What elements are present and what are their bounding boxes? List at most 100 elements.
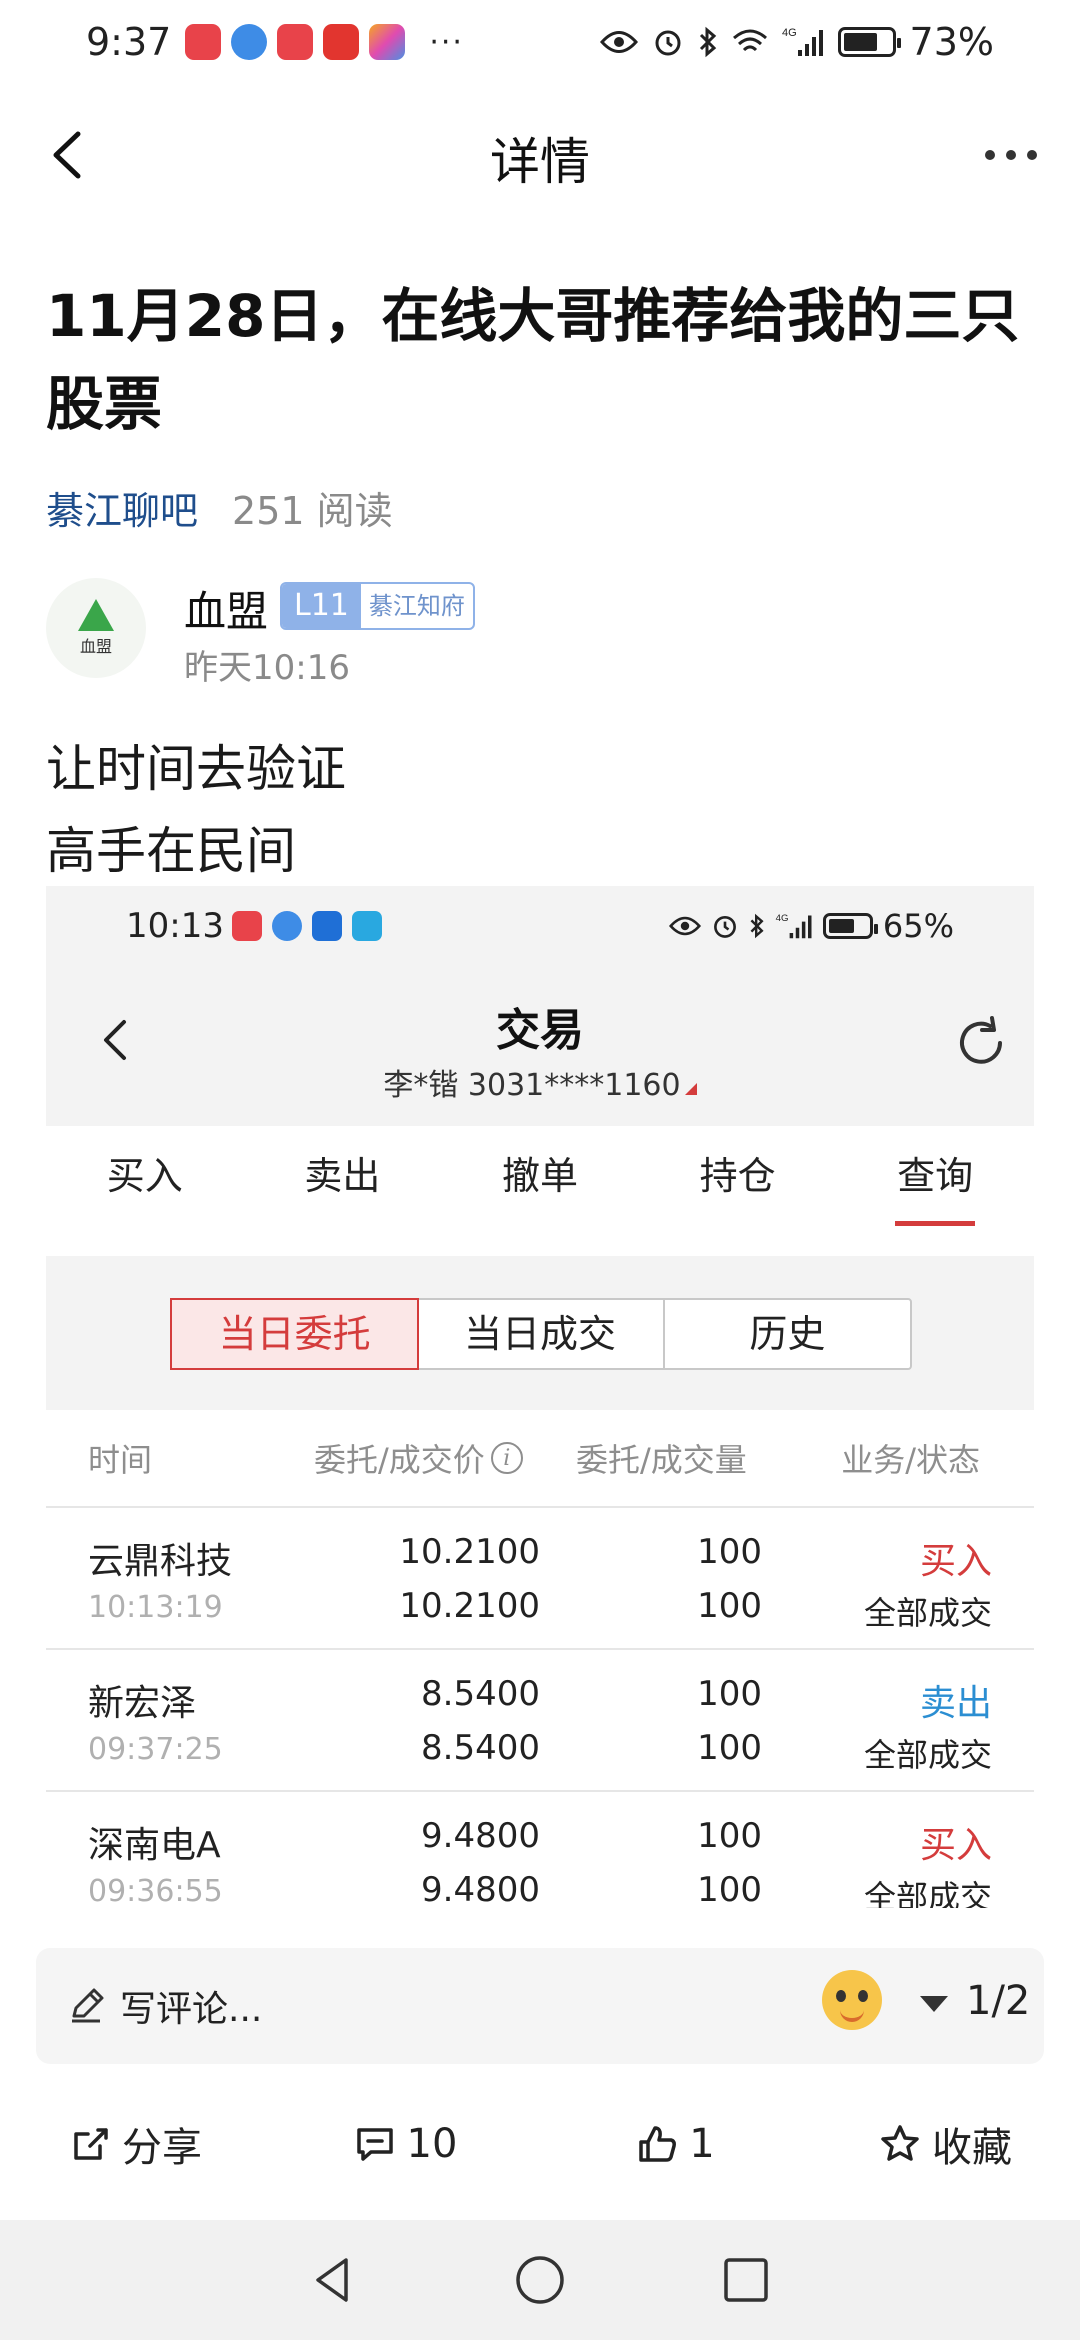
status-time: 9:37 [86,20,172,64]
browser-app-icon [231,24,268,60]
order-status: 全部成交 [863,1878,992,1908]
eye-icon [599,31,638,53]
action-bar: 分享 10 1 收藏 [0,2084,1080,2204]
system-nav-bar [0,2220,1080,2340]
huawei-app-icon [185,24,222,60]
tab-sell: 卖出 [304,1154,381,1198]
huawei-app-icon [231,911,262,941]
alarm-icon [655,30,681,56]
stock-name: 深南电A [88,1825,221,1866]
share-label: 分享 [122,2125,202,2171]
column-header: 业务/状态 [841,1441,980,1479]
eye-icon [668,916,701,936]
like-button[interactable]: 1 [540,2084,810,2204]
deal-qty: 100 [697,1586,762,1626]
order-time: 09:36:55 [88,1874,223,1908]
embedded-status-bar: 10:13 4G 65% [46,886,1034,966]
order-qty: 100 [697,1674,762,1714]
chevron-down-icon[interactable] [920,1996,948,2012]
stock-name: 云鼎科技 [88,1541,233,1582]
nav-back-icon[interactable] [306,2252,362,2308]
order-time: 09:37:25 [88,1732,223,1767]
browser-app-icon [271,911,302,941]
order-price: 8.5400 [421,1674,540,1714]
battery-icon [822,913,878,939]
table-row: 新宏泽 09:37:25 8.5400 8.5400 100 100 卖出 全部… [46,1652,1034,1792]
badge-title: 綦江知府 [368,592,465,620]
nav-home-icon[interactable] [512,2252,568,2308]
search-app-icon [351,911,382,941]
comments-button[interactable]: 10 [270,2084,540,2204]
embedded-system-indicators: 4G 65% [668,907,954,945]
trade-tabs: 买入 卖出 撤单 持仓 查询 [46,1126,1034,1226]
page-indicator[interactable]: 1/2 [966,1978,1030,2024]
embedded-notification-icons [231,911,382,941]
alarm-icon [713,915,736,938]
trade-side: 买入 [919,1541,992,1582]
top-nav: 详情 [0,100,1080,210]
trade-title: 交易 [496,1005,584,1056]
post-time: 昨天10:16 [184,648,350,688]
read-count: 251 阅读 [232,489,393,533]
emoji-icon[interactable] [822,1970,882,2030]
tab-cancel: 撤单 [501,1154,578,1198]
order-price: 9.4800 [421,1816,540,1856]
author-row: 血盟 血盟 L11 綦江知府 昨天10:16 [46,578,1036,688]
column-header-price: 委托/成交价 i [314,1435,523,1481]
stock-name: 新宏泽 [88,1683,197,1724]
article-title: 11月28日，在线大哥推荐给我的三只股票 [46,282,1020,438]
order-status: 全部成交 [863,1736,992,1774]
author-level-badge: L11 綦江知府 [280,582,475,630]
notification-icons: ··· [185,24,464,60]
query-segment-control: 当日委托 当日成交 历史 [170,1298,912,1370]
author-name[interactable]: 血盟 [184,578,268,639]
segment-today-orders: 当日委托 [170,1298,420,1370]
info-icon: i [490,1442,523,1474]
battery-percent: 73% [909,20,994,64]
column-header: 委托/成交价 [314,1441,485,1479]
bulb-app-icon [311,911,342,941]
body-line: 高手在民间 [46,822,296,880]
bluetooth-icon [750,913,764,939]
comment-count: 10 [406,2121,458,2167]
like-count: 1 [689,2121,715,2167]
favorite-button[interactable]: 收藏 [810,2084,1080,2204]
order-qty: 100 [697,1532,762,1572]
column-header: 时间 [88,1441,153,1479]
tab-query: 查询 [836,1126,1034,1226]
favorite-label: 收藏 [932,2125,1012,2171]
share-icon [74,2128,108,2160]
comment-input[interactable]: 写评论... [120,1980,262,2032]
battery-icon [837,27,901,57]
order-status: 全部成交 [863,1594,992,1632]
article-body: 让时间去验证 高手在民间 [46,728,346,892]
page-title: 详情 [490,133,590,191]
account-dropdown-icon [684,1083,697,1095]
deal-price: 10.2100 [399,1586,540,1626]
nav-recents-icon[interactable] [718,2252,774,2308]
more-options-icon[interactable] [976,120,1046,190]
body-line: 让时间去验证 [46,740,346,798]
table-row: 云鼎科技 10:13:19 10.2100 10.2100 100 100 买入… [46,1510,1034,1650]
pencil-icon [72,1988,104,2023]
deal-price: 8.5400 [421,1728,540,1768]
avatar-text: 血盟 [79,637,112,656]
avatar-logo-icon [78,599,114,631]
group-link[interactable]: 綦江聊吧 [46,480,198,535]
more-notifications-icon: ··· [429,24,464,60]
trade-side: 卖出 [919,1683,992,1724]
avatar[interactable]: 血盟 [46,578,146,678]
share-button[interactable]: 分享 [0,2084,270,2204]
signal-icon: 4G [776,913,812,939]
segment-history: 历史 [749,1312,826,1356]
star-icon [881,2125,919,2161]
embedded-screenshot[interactable]: 10:13 4G 65% 交易 李*锴 3031****1160 买入 卖出 撤… [46,886,1034,1908]
huawei-store-icon [277,24,314,60]
tab-holdings: 持仓 [699,1154,776,1198]
table-row: 深南电A 09:36:55 9.4800 9.4800 100 100 买入 全… [46,1794,1034,1908]
wifi-icon [732,29,767,52]
account-label: 李*锴 3031****1160 [383,1068,681,1103]
gallery-app-icon [369,24,406,60]
account-info: 李*锴 3031****1160 [46,1060,1034,1104]
signal-icon: 4G [782,27,823,56]
